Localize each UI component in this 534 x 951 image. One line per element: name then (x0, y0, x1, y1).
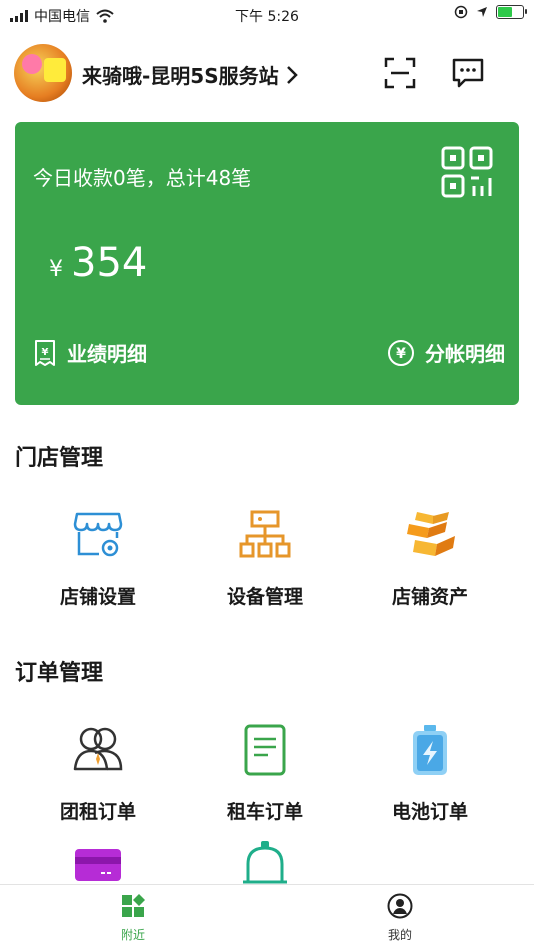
qr-code-icon[interactable] (441, 146, 493, 198)
svg-text:¥: ¥ (396, 346, 406, 362)
device-tree-icon (239, 510, 291, 558)
status-bar: 中国电信 下午 5:26 (0, 0, 534, 30)
location-icon (477, 7, 487, 17)
store-name-link[interactable]: 来骑哦-昆明5S服务站 (82, 60, 299, 89)
tab-nearby[interactable]: 附近 (73, 893, 193, 943)
store-assets-item[interactable]: 店铺资产 (345, 508, 515, 609)
store-name: 来骑哦-昆明5S服务站 (82, 64, 279, 88)
split-detail-label: 分帐明细 (425, 342, 505, 366)
store-settings-icon (73, 512, 123, 557)
tab-mine[interactable]: 我的 (340, 893, 460, 943)
tab-nearby-label: 附近 (120, 928, 145, 942)
message-icon[interactable] (451, 56, 485, 90)
orientation-lock-icon (454, 5, 468, 19)
scan-icon[interactable] (383, 56, 417, 90)
store-settings-label: 店铺设置 (59, 586, 136, 608)
amount-value: 354 (71, 240, 148, 286)
battery-orders-item[interactable]: 电池订单 (345, 723, 515, 824)
yen-circle-icon: ¥ (388, 339, 414, 366)
order-management-title: 订单管理 (15, 661, 104, 686)
car-rental-orders-item[interactable]: 租车订单 (180, 723, 350, 824)
today-summary: 今日收款0笔，总计48笔 (33, 166, 252, 190)
car-rental-orders-label: 租车订单 (226, 801, 303, 823)
device-management-item[interactable]: 设备管理 (180, 508, 350, 609)
performance-detail-link[interactable]: ¥ 业绩明细 (33, 338, 147, 367)
header: 来骑哦-昆明5S服务站 (0, 40, 534, 110)
currency-symbol: ¥ (49, 257, 63, 282)
store-settings-item[interactable]: 店铺设置 (13, 508, 183, 609)
device-management-label: 设备管理 (226, 586, 303, 608)
group-rental-orders-item[interactable]: 团租订单 (13, 723, 183, 824)
grid-app-icon (122, 894, 145, 917)
group-users-icon (73, 727, 123, 771)
gold-bars-icon (407, 512, 455, 556)
tab-bar: 附近 我的 (0, 884, 534, 951)
chevron-right-icon (286, 65, 298, 84)
status-right (454, 5, 527, 19)
battery-orders-label: 电池订单 (391, 801, 468, 823)
store-assets-label: 店铺资产 (391, 586, 468, 608)
store-management-title: 门店管理 (15, 446, 104, 471)
revenue-card: 今日收款0笔，总计48笔 ¥ 354 ¥ 业绩明细 ¥ 分帐明细 (15, 122, 519, 405)
group-rental-orders-label: 团租订单 (59, 801, 136, 823)
split-detail-link[interactable]: ¥ 分帐明细 (387, 338, 505, 367)
receipt-icon: ¥ (35, 339, 55, 366)
tab-mine-label: 我的 (387, 928, 412, 942)
battery-icon (413, 725, 447, 775)
user-icon (387, 893, 413, 919)
svg-text:¥: ¥ (42, 347, 49, 358)
performance-detail-label: 业绩明细 (67, 342, 147, 366)
amount-display: ¥ 354 (49, 240, 147, 286)
avatar[interactable] (14, 44, 72, 102)
battery-icon (496, 5, 527, 19)
document-icon (244, 724, 286, 776)
